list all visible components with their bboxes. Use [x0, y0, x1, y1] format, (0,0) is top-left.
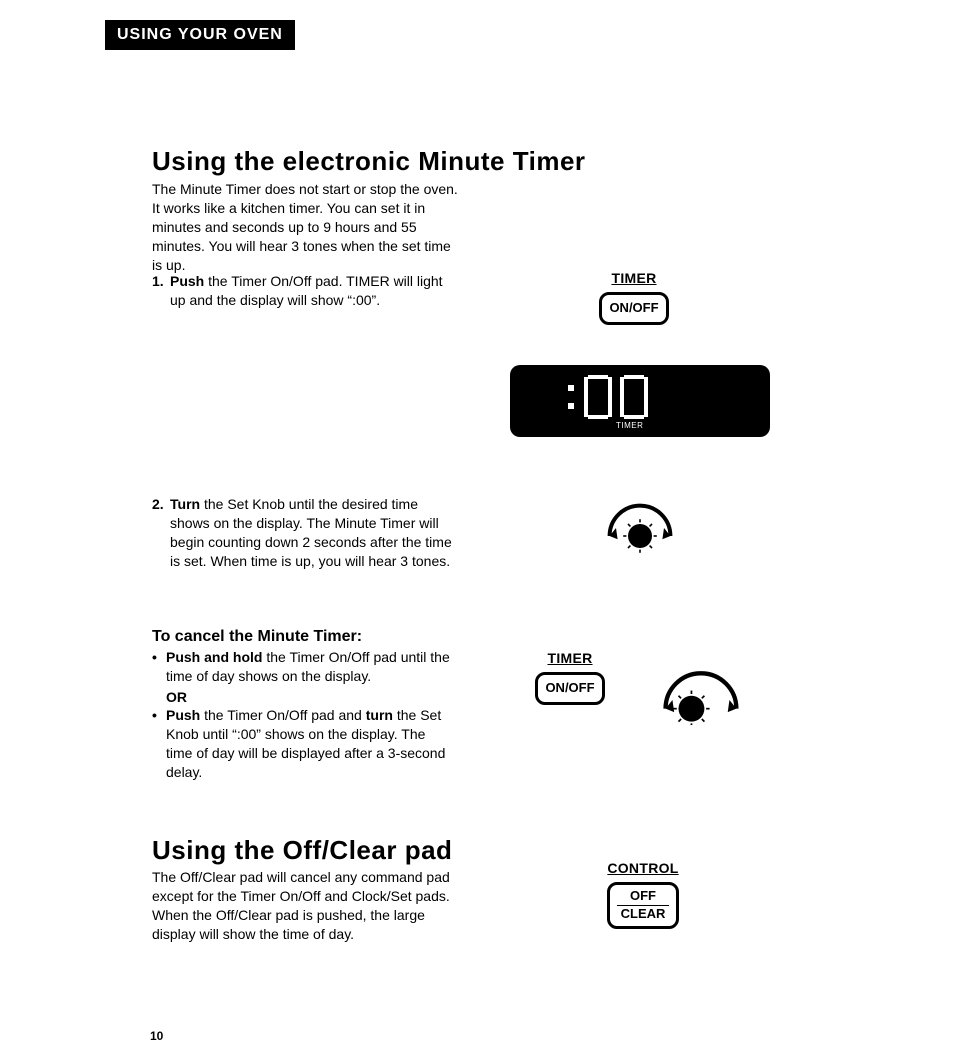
colon-icon: [568, 385, 574, 409]
control-pad-graphic: CONTROL OFF CLEAR: [598, 860, 688, 929]
offclear-paragraph: The Off/Clear pad will cancel any comman…: [152, 868, 452, 944]
bullet-dot-icon: •: [152, 648, 166, 707]
cancel-1-text: Push and hold the Timer On/Off pad until…: [166, 648, 452, 707]
digital-display-panel: TIMER: [510, 365, 770, 437]
chapter-tab: USING YOUR OVEN: [105, 20, 295, 50]
step-marker: 1.: [152, 272, 170, 310]
cancel-bullet-2: • Push the Timer On/Off pad and turn the…: [152, 706, 452, 782]
step-marker: 2.: [152, 495, 170, 571]
set-knob-half-icon: [650, 663, 745, 725]
cancel-2-text: Push the Timer On/Off pad and turn the S…: [166, 706, 452, 782]
timer-pad-graphic-2: TIMER ON/OFF: [530, 650, 610, 705]
cancel-bullet-1: • Push and hold the Timer On/Off pad unt…: [152, 648, 452, 707]
onoff-pad-icon: ON/OFF: [599, 292, 669, 325]
intro-paragraph: The Minute Timer does not start or stop …: [152, 180, 462, 274]
timer-pad-graphic-1: TIMER ON/OFF: [598, 270, 670, 325]
onoff-pad-icon: ON/OFF: [535, 672, 605, 705]
step-2-text: Turn the Set Knob until the desired time…: [170, 495, 452, 571]
bullet-dot-icon: •: [152, 706, 166, 782]
digit-zero-icon: [620, 375, 648, 419]
heading-minute-timer: Using the electronic Minute Timer: [152, 146, 586, 177]
display-timer-label: TIMER: [616, 421, 643, 430]
off-text: OFF: [617, 889, 669, 904]
step-2: 2. Turn the Set Knob until the desired t…: [152, 495, 452, 571]
page-number: 10: [150, 1029, 163, 1043]
off-clear-pad-icon: OFF CLEAR: [607, 882, 679, 929]
control-label: CONTROL: [598, 860, 688, 876]
display-digits: [568, 375, 650, 419]
timer-label: TIMER: [530, 650, 610, 666]
manual-page: USING YOUR OVEN Using the electronic Min…: [0, 0, 954, 1063]
digit-zero-icon: [584, 375, 612, 419]
set-knob-icon: [600, 495, 680, 553]
step-1: 1. Push the Timer On/Off pad. TIMER will…: [152, 272, 452, 310]
timer-label: TIMER: [598, 270, 670, 286]
heading-offclear: Using the Off/Clear pad: [152, 835, 452, 866]
step-1-text: Push the Timer On/Off pad. TIMER will li…: [170, 272, 452, 310]
clear-text: CLEAR: [617, 907, 669, 922]
cancel-subheading: To cancel the Minute Timer:: [152, 628, 362, 646]
